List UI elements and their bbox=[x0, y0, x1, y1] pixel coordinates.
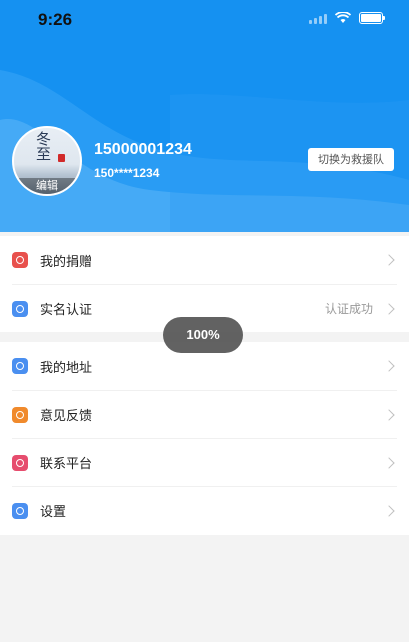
gift-icon bbox=[12, 252, 28, 268]
user-masked-phone: 150****1234 bbox=[94, 166, 160, 180]
user-phone: 15000001234 bbox=[94, 141, 192, 158]
chevron-right-icon bbox=[383, 408, 395, 421]
menu-item-settings[interactable]: 设置 bbox=[12, 486, 397, 534]
chevron-right-icon bbox=[383, 504, 395, 517]
menu-item-label: 我的地址 bbox=[40, 360, 93, 376]
menu-item-label: 联系平台 bbox=[40, 457, 93, 472]
profile-header: 9:26 冬至 编辑 15000001234 150****1234 切换为救援… bbox=[0, 0, 409, 232]
wifi-icon bbox=[335, 12, 351, 23]
verify-icon bbox=[12, 300, 28, 317]
avatar-edit-label[interactable]: 编辑 bbox=[14, 178, 80, 194]
contact-icon bbox=[12, 454, 28, 471]
status-bar: 9:26 bbox=[0, 0, 409, 42]
loading-toast: 100% bbox=[163, 317, 243, 353]
battery-icon bbox=[359, 12, 385, 24]
menu-item-my-donations[interactable]: 我的捐赠 bbox=[12, 236, 397, 284]
status-time: 9:26 bbox=[38, 10, 73, 29]
chevron-right-icon bbox=[383, 456, 395, 469]
avatar-seal bbox=[58, 154, 65, 162]
chevron-right-icon bbox=[383, 360, 395, 372]
chevron-right-icon bbox=[383, 254, 395, 266]
menu-item-label: 我的捐赠 bbox=[40, 254, 93, 270]
avatar-art-text: 冬至 bbox=[36, 130, 52, 163]
menu-item-contact-platform[interactable]: 联系平台 bbox=[12, 438, 397, 486]
menu-item-label: 意见反馈 bbox=[40, 409, 93, 424]
verification-status: 认证成功 bbox=[324, 302, 373, 316]
location-icon bbox=[12, 358, 28, 374]
cellular-signal-icon bbox=[309, 12, 327, 24]
feedback-icon bbox=[12, 406, 28, 423]
settings-icon bbox=[12, 502, 28, 519]
avatar[interactable]: 冬至 编辑 bbox=[12, 126, 82, 196]
menu-group-2: 我的地址 意见反馈 联系平台 设置 bbox=[0, 342, 409, 535]
switch-to-rescue-team-button[interactable]: 切换为救援队 bbox=[308, 148, 394, 171]
chevron-right-icon bbox=[383, 302, 395, 315]
menu-item-label: 实名认证 bbox=[40, 303, 93, 318]
menu-item-label: 设置 bbox=[40, 505, 67, 520]
menu-item-feedback[interactable]: 意见反馈 bbox=[12, 390, 397, 438]
status-icons bbox=[309, 12, 385, 24]
